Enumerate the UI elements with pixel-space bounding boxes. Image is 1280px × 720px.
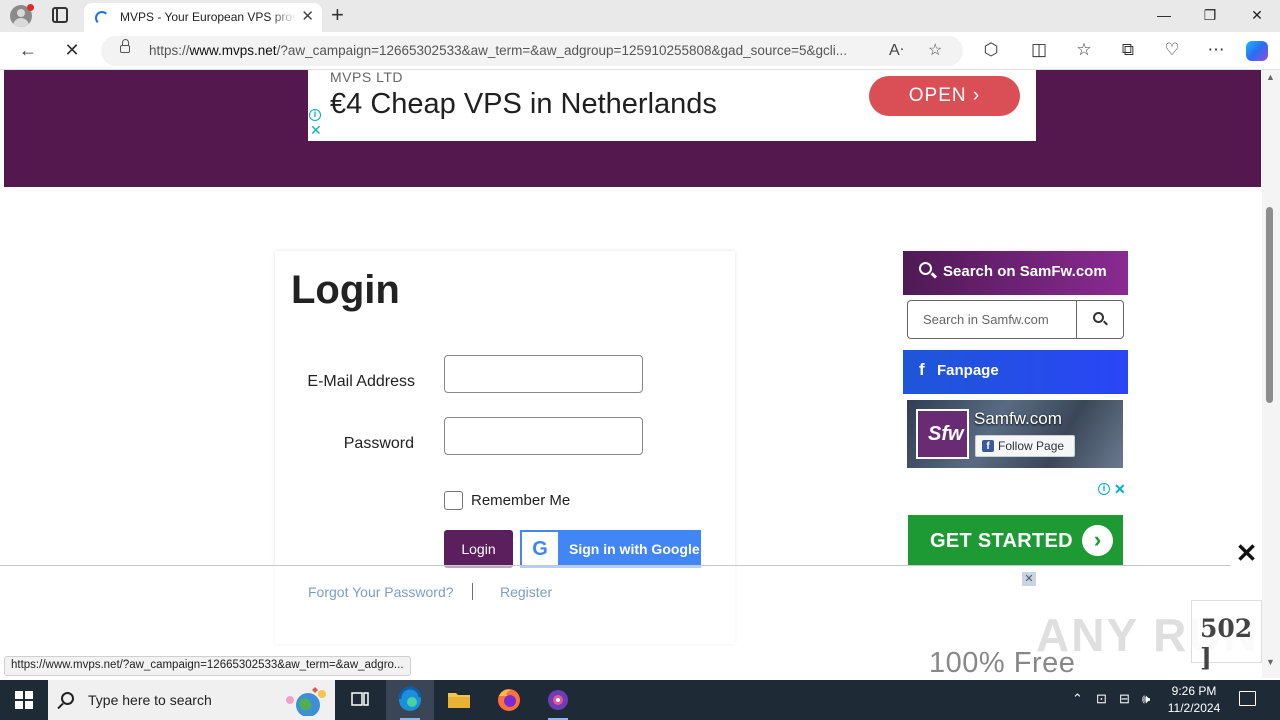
forgot-password-link[interactable]: Forgot Your Password? (308, 584, 454, 600)
show-hidden-icons[interactable]: ⌃ (1072, 691, 1083, 707)
password-label: Password (343, 435, 414, 452)
app-taskbar-icon[interactable] (534, 680, 582, 720)
search-input[interactable]: Search in Samfw.com (907, 300, 1124, 339)
settings-more-icon[interactable]: ⋯ (1204, 40, 1228, 60)
stop-loading-icon[interactable]: ✕ (61, 40, 83, 60)
login-button[interactable]: Login (444, 530, 513, 568)
search-widget-header: Search on SamFw.com (903, 251, 1128, 295)
search-icon (61, 692, 74, 705)
sidebar-search: Search on SamFw.com Search in Samfw.com (903, 251, 1128, 339)
samfw-logo-text: Sfw (928, 423, 964, 445)
volume-icon[interactable]: 🕪 (1142, 691, 1150, 707)
loading-spinner-icon (95, 11, 109, 25)
clock-date: 11/2/2024 (1167, 701, 1221, 715)
search-icon (919, 262, 932, 275)
task-view-icon[interactable] (336, 680, 384, 720)
search-highlight-globe-icon (286, 687, 326, 716)
ad-close-icon[interactable]: ✕ (310, 123, 322, 137)
lock-icon[interactable] (120, 39, 130, 53)
copilot-icon[interactable] (1246, 41, 1268, 61)
email-label: E-Mail Address (307, 373, 415, 390)
tab-close-icon[interactable]: ✕ (301, 8, 314, 26)
taskbar-clock[interactable]: 9:26 PM 11/2/2024 (1158, 683, 1230, 717)
firefox-icon[interactable] (485, 680, 533, 720)
url-text: https://www.mvps.net/?aw_campaign=126653… (149, 43, 848, 58)
register-link[interactable]: Register (500, 584, 552, 600)
ad-open-button[interactable]: OPEN › (869, 76, 1020, 116)
favorites-icon[interactable]: ☆ (1072, 40, 1096, 60)
email-field[interactable] (444, 355, 643, 393)
active-tab[interactable]: MVPS - Your European VPS provider ✕ (84, 3, 322, 32)
edge-taskbar-icon[interactable] (386, 680, 434, 720)
search-placeholder: Search in Samfw.com (923, 312, 1049, 327)
google-signin-label: Sign in with Google (569, 541, 700, 557)
facebook-page-name[interactable]: Samfw.com (974, 409, 1062, 429)
taskbar-search-box[interactable]: Type here to search (48, 680, 335, 720)
overlay-close-icon[interactable]: ✕ (1231, 538, 1262, 568)
page-title: Login (291, 268, 400, 312)
read-aloud-icon[interactable]: Aᐧ (889, 41, 904, 61)
new-tab-button[interactable]: + (331, 3, 344, 27)
file-explorer-icon[interactable] (435, 680, 483, 720)
windows-start-icon[interactable] (15, 691, 33, 709)
tab-title: MVPS - Your European VPS provider (120, 10, 296, 24)
ad-headline[interactable]: €4 Cheap VPS in Netherlands (330, 88, 717, 121)
error-badge: 502 ] (1191, 600, 1262, 672)
top-banner-ad[interactable]: MVPS LTD €4 Cheap VPS in Netherlands OPE… (308, 70, 1036, 141)
search-widget-title: Search on SamFw.com (943, 263, 1107, 280)
facebook-icon: f (919, 360, 925, 379)
maximize-button[interactable]: ❐ (1187, 4, 1233, 26)
notification-dot (27, 4, 34, 11)
clock-time: 9:26 PM (1171, 684, 1217, 698)
network-icon[interactable]: ⊟ (1119, 691, 1130, 707)
arrow-right-icon: › (1082, 525, 1113, 556)
side-ad-info-icon[interactable]: i (1098, 483, 1110, 495)
side-ad-close-icon[interactable]: ✕ (1114, 481, 1126, 498)
ad-info-icon[interactable]: i (309, 109, 321, 121)
facebook-page-card[interactable]: Sfw Samfw.com Follow Page (907, 400, 1123, 468)
back-arrow-icon[interactable]: ← (17, 40, 39, 60)
collections-icon[interactable]: ⧉ (1116, 40, 1140, 60)
taskbar-search-placeholder: Type here to search (88, 692, 212, 708)
meet-now-icon[interactable]: ⊡ (1096, 691, 1107, 707)
page-scrollbar[interactable]: ▲ ▼ (1262, 70, 1280, 678)
close-window-button[interactable]: ✕ (1234, 4, 1280, 26)
google-g-icon: G (522, 532, 558, 566)
error-502-text: 502 ] (1200, 614, 1253, 672)
search-button[interactable] (1076, 301, 1123, 338)
ad-small-close-icon[interactable]: ✕ (1022, 572, 1036, 586)
search-button-icon (1093, 312, 1104, 323)
scroll-down-icon[interactable]: ▼ (1266, 657, 1275, 667)
scroll-thumb[interactable] (1266, 207, 1273, 403)
get-started-label: GET STARTED (930, 530, 1073, 552)
fanpage-title: Fanpage (937, 362, 999, 379)
scroll-up-icon[interactable]: ▲ (1266, 72, 1275, 82)
browser-essentials-icon[interactable]: ♡ (1160, 40, 1184, 60)
get-started-button[interactable]: GET STARTED › (908, 515, 1123, 566)
windows-taskbar: Type here to search ⌃ ⊡ ⊟ 🕪 9:26 PM 11/2… (0, 680, 1280, 720)
status-bar-url: https://www.mvps.net/?aw_campaign=126653… (4, 656, 411, 676)
page-viewport: MVPS LTD €4 Cheap VPS in Netherlands OPE… (0, 70, 1262, 678)
extensions-icon[interactable]: ⬡ (979, 40, 1003, 60)
split-screen-icon[interactable]: ◫ (1027, 40, 1051, 60)
browser-tab-bar: MVPS - Your European VPS provider ✕ + — … (0, 0, 1280, 32)
follow-page-button[interactable]: Follow Page (975, 435, 1075, 457)
ad-advertiser: MVPS LTD (330, 70, 403, 85)
remember-me-checkbox[interactable] (444, 491, 463, 510)
minimize-button[interactable]: — (1141, 4, 1187, 26)
fanpage-header: f Fanpage (903, 350, 1128, 394)
favorite-star-icon[interactable]: ☆ (928, 41, 942, 61)
address-bar[interactable]: https://www.mvps.net/?aw_campaign=126653… (101, 36, 963, 66)
tab-actions-icon[interactable] (52, 7, 68, 23)
remember-me-label[interactable]: Remember Me (471, 492, 570, 509)
samfw-logo[interactable]: Sfw (916, 409, 969, 459)
password-field[interactable] (444, 417, 643, 455)
link-divider (472, 583, 473, 600)
google-signin-button[interactable]: G Sign in with Google (520, 530, 701, 568)
notification-center-icon[interactable] (1239, 691, 1256, 706)
